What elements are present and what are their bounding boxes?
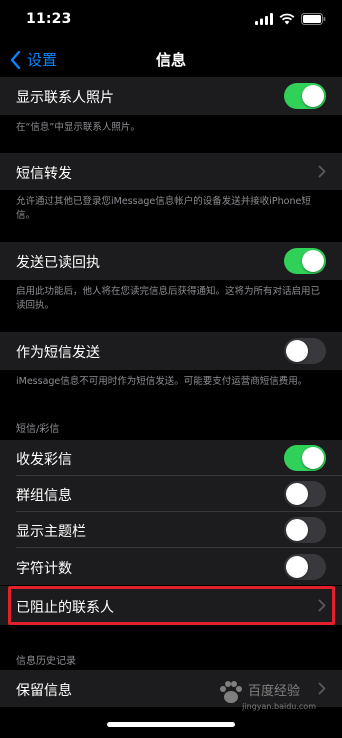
send-as-sms-row: 作为短信发送 <box>0 332 342 370</box>
keep-messages-label: 保留信息 <box>16 683 72 699</box>
toggle-knob <box>286 519 308 541</box>
watermark-text: 百度经验 <box>248 684 301 699</box>
show-subject-toggle[interactable] <box>284 517 326 543</box>
character-count-label: 字符计数 <box>16 561 72 577</box>
signal-icon <box>255 13 273 25</box>
status-time: 11:23 <box>26 11 72 27</box>
highlight-box <box>8 586 335 625</box>
status-icons <box>255 13 326 25</box>
show-contact-photos-footer: 在“信息”中显示联系人照片。 <box>16 122 140 133</box>
send-as-sms-footer: iMessage信息不可用时作为短信发送。可能要支付运营商短信费用。 <box>16 376 308 387</box>
character-count-toggle[interactable] <box>284 554 326 580</box>
group-messaging-label: 群组信息 <box>16 488 72 504</box>
toggle-knob <box>302 250 324 272</box>
sms-forwarding-label: 短信转发 <box>16 166 72 182</box>
chevron-right-icon <box>318 165 326 178</box>
group-messaging-row: 群组信息 <box>0 476 342 512</box>
watermark-url: jingyan.baidu.com <box>242 702 316 711</box>
sms-mms-section-header: 短信/彩信 <box>16 424 60 435</box>
mms-messaging-label: 收发彩信 <box>16 452 72 468</box>
send-read-receipts-row: 发送已读回执 <box>0 242 342 280</box>
toggle-knob <box>286 556 308 578</box>
show-subject-label: 显示主题栏 <box>16 524 86 540</box>
show-contact-photos-toggle[interactable] <box>284 83 326 109</box>
send-read-receipts-toggle[interactable] <box>284 248 326 274</box>
toggle-knob <box>286 483 308 505</box>
mms-messaging-toggle[interactable] <box>284 445 326 471</box>
send-read-receipts-footer: 启用此功能后，他人将在您读完信息后获得通知。这将为所有对话启用已读回执。 <box>16 286 321 311</box>
character-count-row: 字符计数 <box>0 548 342 585</box>
chevron-right-icon <box>318 682 326 695</box>
home-indicator[interactable] <box>107 722 235 727</box>
message-history-section-header: 信息历史记录 <box>16 656 76 667</box>
sms-forwarding-footer: 允许通过其他已登录您iMessage信息帐户的设备发送并接收iPhone短信。 <box>16 196 311 221</box>
toggle-knob <box>286 340 308 362</box>
send-as-sms-toggle[interactable] <box>284 338 326 364</box>
navigation-bar: 设置 信息 <box>0 40 342 76</box>
sms-forwarding-row[interactable]: 短信转发 <box>0 153 342 190</box>
wifi-icon <box>279 13 295 25</box>
status-bar: 11:23 <box>0 0 342 40</box>
send-as-sms-label: 作为短信发送 <box>16 345 100 361</box>
battery-icon <box>301 13 326 25</box>
toggle-knob <box>302 447 324 469</box>
show-contact-photos-row: 显示联系人照片 <box>0 77 342 115</box>
send-read-receipts-label: 发送已读回执 <box>16 255 100 271</box>
show-contact-photos-label: 显示联系人照片 <box>16 90 114 106</box>
toggle-knob <box>302 85 324 107</box>
show-subject-row: 显示主题栏 <box>0 512 342 548</box>
mms-messaging-row: 收发彩信 <box>0 440 342 476</box>
page-title: 信息 <box>155 51 186 69</box>
group-messaging-toggle[interactable] <box>284 481 326 507</box>
